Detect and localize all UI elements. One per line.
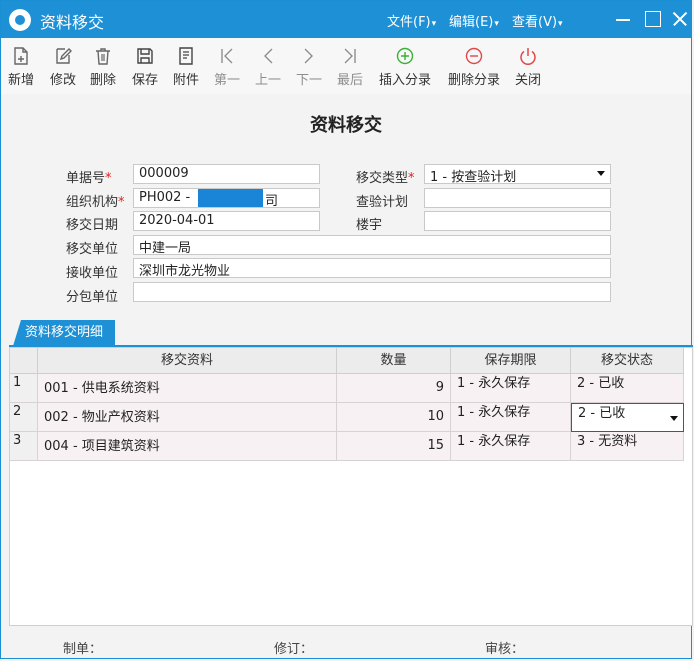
new-doc-icon (14, 47, 28, 65)
plus-circle-icon (396, 47, 414, 65)
required-mark: * (408, 171, 415, 186)
tab-transfer-detail[interactable]: 资料移交明细 (13, 320, 115, 346)
column-header-material[interactable]: 移交资料 (38, 348, 337, 374)
receiving-unit-label: 接收单位 (66, 266, 119, 281)
first-button[interactable]: 第一 (214, 46, 240, 88)
menu-file[interactable]: 文件(F)▾ (387, 11, 436, 30)
floppy-icon (137, 48, 153, 64)
status-cell[interactable]: 2 - 已收 (571, 374, 684, 403)
chevron-down-icon: ▾ (494, 19, 499, 29)
maximize-button[interactable] (644, 10, 662, 28)
chevron-down-icon: ▾ (431, 19, 437, 29)
retention-cell[interactable]: 1 - 永久保存 (451, 403, 571, 432)
building-label: 楼宇 (356, 218, 383, 233)
next-icon (304, 48, 313, 64)
menu-view[interactable]: 查看(V)▾ (512, 11, 563, 30)
column-header-status[interactable]: 移交状态 (571, 348, 684, 374)
power-icon (520, 48, 536, 65)
material-cell[interactable]: 001 - 供电系统资料 (38, 374, 337, 403)
prev-button[interactable]: 上一 (255, 46, 281, 88)
last-button[interactable]: 最后 (337, 46, 363, 88)
next-button[interactable]: 下一 (296, 46, 322, 88)
edit-button[interactable]: 修改 (50, 46, 76, 88)
app-window: 资料移交 文件(F)▾ 编辑(E)▾ 查看(V)▾ 新增 修改 删除 保存 附件 (0, 0, 693, 659)
last-icon (344, 48, 356, 64)
minimize-button[interactable] (614, 10, 632, 28)
new-button[interactable]: 新增 (8, 46, 34, 88)
column-header-qty[interactable]: 数量 (337, 348, 451, 374)
close-button[interactable]: 关闭 (515, 46, 541, 88)
subcontract-unit-field[interactable] (133, 282, 611, 302)
app-logo-icon (9, 9, 31, 31)
inspection-plan-field[interactable] (424, 188, 611, 208)
row-number[interactable]: 1 (10, 374, 38, 403)
insert-row-button[interactable]: 插入分录 (379, 46, 431, 88)
title-bar: 资料移交 文件(F)▾ 编辑(E)▾ 查看(V)▾ (1, 1, 691, 38)
audit-label: 审核： (485, 642, 525, 657)
inspection-plan-label: 查验计划 (356, 195, 409, 210)
trash-icon (96, 48, 110, 65)
window-title: 资料移交 (40, 13, 105, 32)
dropdown-caret-icon (597, 171, 605, 176)
status-cell[interactable]: 3 - 无资料 (571, 432, 684, 461)
transfer-type-label: 移交类型* (356, 171, 415, 186)
row-number[interactable]: 2 (10, 403, 38, 432)
chevron-down-icon: ▾ (558, 19, 563, 29)
receiving-unit-field[interactable]: 深圳市龙光物业 (133, 258, 611, 278)
retention-cell[interactable]: 1 - 永久保存 (451, 432, 571, 461)
org-label: 组织机构* (66, 195, 125, 210)
material-cell[interactable]: 004 - 项目建筑资料 (38, 432, 337, 461)
transfer-unit-label: 移交单位 (66, 242, 119, 257)
qty-cell[interactable]: 9 (337, 374, 451, 403)
toolbar: 新增 修改 删除 保存 附件 第一 上一 下一 最后 插入分录 删除分录 关闭 (1, 38, 691, 94)
required-mark: * (105, 171, 112, 186)
revise-label: 修订： (274, 642, 314, 657)
row-number-header (10, 348, 38, 374)
page-title: 资料移交 (310, 115, 382, 136)
transfer-date-label: 移交日期 (66, 218, 119, 233)
status-select[interactable]: 2 - 已收 (571, 403, 684, 432)
save-button[interactable]: 保存 (132, 46, 158, 88)
qty-cell[interactable]: 15 (337, 432, 451, 461)
first-icon (221, 48, 233, 64)
building-field[interactable] (424, 211, 611, 231)
transfer-date-field[interactable]: 2020-04-01 (133, 211, 320, 231)
material-cell[interactable]: 002 - 物业产权资料 (38, 403, 337, 432)
doc-no-field[interactable]: 000009 (133, 164, 320, 184)
row-number[interactable]: 3 (10, 432, 38, 461)
delete-button[interactable]: 删除 (90, 46, 116, 88)
redaction-block (198, 189, 263, 207)
maker-label: 制单： (63, 642, 103, 657)
dropdown-caret-icon (670, 416, 678, 421)
close-window-button[interactable] (671, 10, 689, 28)
transfer-unit-field[interactable]: 中建一局 (133, 235, 611, 255)
qty-cell[interactable]: 10 (337, 403, 451, 432)
subcontract-unit-label: 分包单位 (66, 290, 119, 305)
transfer-type-select[interactable]: 1 - 按查验计划 (424, 164, 611, 184)
retention-cell[interactable]: 1 - 永久保存 (451, 374, 571, 403)
column-header-retention[interactable]: 保存期限 (451, 348, 571, 374)
menu-edit[interactable]: 编辑(E)▾ (449, 11, 499, 30)
attach-button[interactable]: 附件 (173, 46, 199, 88)
pencil-icon (56, 48, 72, 64)
doc-no-label: 单据号* (66, 171, 112, 186)
minus-circle-icon (465, 47, 483, 65)
delete-row-button[interactable]: 删除分录 (448, 46, 500, 88)
required-mark: * (118, 195, 125, 210)
prev-icon (264, 48, 273, 64)
document-icon (179, 47, 193, 65)
